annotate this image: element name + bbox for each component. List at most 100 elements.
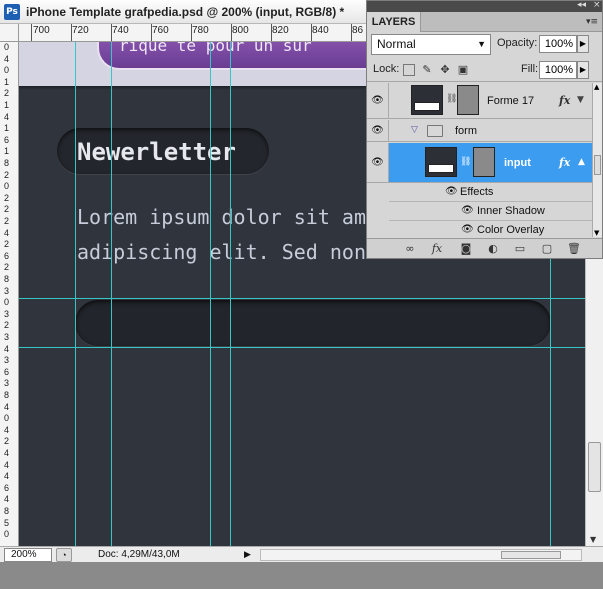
effects-label: Effects xyxy=(460,186,494,198)
effect-name: Inner Shadow xyxy=(477,205,545,217)
ruler-digit: 3 xyxy=(4,378,10,389)
fx-icon[interactable]: fx xyxy=(559,156,570,169)
chain-link-icon[interactable]: ⛓ xyxy=(446,94,457,104)
group-name: form xyxy=(455,125,477,137)
ruler-digit: 8 xyxy=(4,274,10,284)
add-style-icon[interactable]: fx xyxy=(430,242,444,255)
collapse-icon[interactable]: ◂◂ xyxy=(577,0,586,10)
horizontal-scrollbar[interactable] xyxy=(260,548,582,561)
guide-vertical[interactable] xyxy=(75,42,76,546)
ruler-digit: 2 xyxy=(4,320,10,331)
add-mask-icon[interactable]: ◙ xyxy=(459,242,473,255)
layer-row-form-group[interactable]: 👁 ▽ form xyxy=(367,120,592,142)
panel-header[interactable]: ◂◂ × xyxy=(367,0,602,12)
newsletter-heading: Newerletter xyxy=(77,138,236,166)
layer-row-forme-17[interactable]: 👁 ⛓ Forme 17 fx ▼ xyxy=(367,83,592,119)
lock-move-icon[interactable]: ✥ xyxy=(439,64,451,76)
fill-arrow-icon[interactable]: ▶ xyxy=(577,61,589,79)
status-expand-icon[interactable]: ▶ xyxy=(244,549,254,560)
fx-icon[interactable]: fx xyxy=(559,94,570,107)
vector-mask-thumbnail xyxy=(473,147,495,177)
guide-vertical[interactable] xyxy=(210,42,211,546)
blend-mode-select[interactable]: Normal ▼ xyxy=(371,34,491,55)
opacity-arrow-icon[interactable]: ▶ xyxy=(577,35,589,53)
layer-thumbnail xyxy=(411,85,443,115)
ruler-digit: 3 xyxy=(4,308,10,319)
new-group-icon[interactable]: ▭ xyxy=(513,242,527,255)
close-icon[interactable]: × xyxy=(593,0,601,10)
scroll-down-icon[interactable]: ▼ xyxy=(590,535,596,544)
ruler-digit: 1 xyxy=(4,76,10,87)
ruler-digit: 2 xyxy=(4,436,10,447)
ruler-label: 760 xyxy=(152,25,169,36)
photoshop-app-icon: Ps xyxy=(4,3,20,20)
group-expanded-icon[interactable]: ▽ xyxy=(411,125,418,135)
lock-transparency-icon[interactable] xyxy=(403,64,415,76)
ruler-digit: 0 xyxy=(4,297,10,308)
guide-horizontal[interactable] xyxy=(19,298,585,299)
ruler-tick xyxy=(191,24,192,41)
ruler-digit: 8 xyxy=(4,158,10,168)
guide-vertical[interactable] xyxy=(111,42,112,546)
visibility-eye-icon[interactable]: 👁 xyxy=(367,143,389,182)
adjustment-layer-icon[interactable]: ◐ xyxy=(486,242,500,255)
tab-layers[interactable]: LAYERS xyxy=(367,12,421,32)
visibility-eye-icon[interactable]: 👁 xyxy=(367,120,389,141)
chevron-down-icon: ▼ xyxy=(477,39,486,49)
ruler-digit: 1 xyxy=(4,100,10,110)
hscroll-thumb[interactable] xyxy=(501,550,561,559)
panel-menu-icon[interactable]: ▾≡ xyxy=(586,17,598,27)
vertical-ruler[interactable]: 0401214161820222426283032343638404244464… xyxy=(0,42,19,546)
layers-scrollbar[interactable]: ▲ ▼ xyxy=(592,83,602,237)
visibility-eye-icon[interactable]: 👁 xyxy=(367,83,389,118)
ruler-label: 820 xyxy=(272,25,289,36)
effect-eye-icon[interactable]: 👁 xyxy=(461,224,474,235)
effects-row[interactable]: 👁 Effects xyxy=(389,183,592,202)
effect-eye-icon[interactable]: 👁 xyxy=(461,205,474,216)
ruler-digit: 2 xyxy=(4,216,10,226)
layers-scroll-thumb[interactable] xyxy=(594,155,601,175)
new-layer-icon[interactable]: ▢ xyxy=(540,242,554,255)
ruler-tick xyxy=(311,24,312,41)
ruler-tick xyxy=(31,24,32,41)
document-title: iPhone Template grafpedia.psd @ 200% (in… xyxy=(26,4,345,19)
ruler-label: 740 xyxy=(112,25,129,36)
delete-layer-icon[interactable]: 🗑 xyxy=(567,242,581,255)
ruler-digit: 3 xyxy=(4,332,10,342)
fill-input[interactable]: 100% xyxy=(539,61,577,79)
ruler-digit: 0 xyxy=(4,413,10,424)
ruler-digit: 4 xyxy=(4,401,10,412)
email-input-shape[interactable] xyxy=(75,300,551,346)
layer-thumbnail xyxy=(425,147,457,177)
guide-vertical[interactable] xyxy=(230,42,231,546)
ruler-digit: 2 xyxy=(4,262,10,273)
scroll-up-icon[interactable]: ▲ xyxy=(594,83,599,91)
effect-eye-icon[interactable]: 👁 xyxy=(445,186,458,197)
opacity-input[interactable]: 100% xyxy=(539,35,577,53)
zoom-field[interactable]: 200% xyxy=(4,547,52,562)
chain-link-icon[interactable]: ⛓ xyxy=(460,157,471,167)
lock-brush-icon[interactable]: ✎ xyxy=(421,64,433,76)
ruler-digit: 0 xyxy=(4,181,10,192)
ruler-digit: 4 xyxy=(4,343,10,354)
blend-mode-value: Normal xyxy=(377,37,416,51)
ruler-digit: 2 xyxy=(4,88,10,99)
vector-mask-thumbnail xyxy=(457,85,479,115)
ruler-label: 700 xyxy=(33,25,50,36)
layers-toolbar: ∞ fx ◙ ◐ ▭ ▢ 🗑 xyxy=(367,238,602,258)
scroll-down-icon[interactable]: ▼ xyxy=(594,229,599,237)
guide-horizontal[interactable] xyxy=(19,347,585,348)
collapse-effects-icon[interactable]: ▲ xyxy=(578,157,585,167)
status-menu-icon[interactable]: ◔ xyxy=(56,547,72,562)
ruler-digit: 2 xyxy=(4,192,10,203)
ruler-corner[interactable] xyxy=(0,24,19,42)
panel-tabs: LAYERS ▾≡ xyxy=(367,12,602,32)
layer-row-input[interactable]: 👁 ⛓ input fx ▲ xyxy=(367,143,592,183)
ruler-digit: 2 xyxy=(4,239,10,250)
scroll-thumb[interactable] xyxy=(588,442,601,492)
link-layers-icon[interactable]: ∞ xyxy=(403,242,417,255)
ruler-label: 840 xyxy=(312,25,329,36)
effect-inner-shadow[interactable]: 👁 Inner Shadow xyxy=(389,202,592,221)
lock-all-icon[interactable]: ▣ xyxy=(457,64,469,76)
expand-effects-icon[interactable]: ▼ xyxy=(577,95,584,105)
